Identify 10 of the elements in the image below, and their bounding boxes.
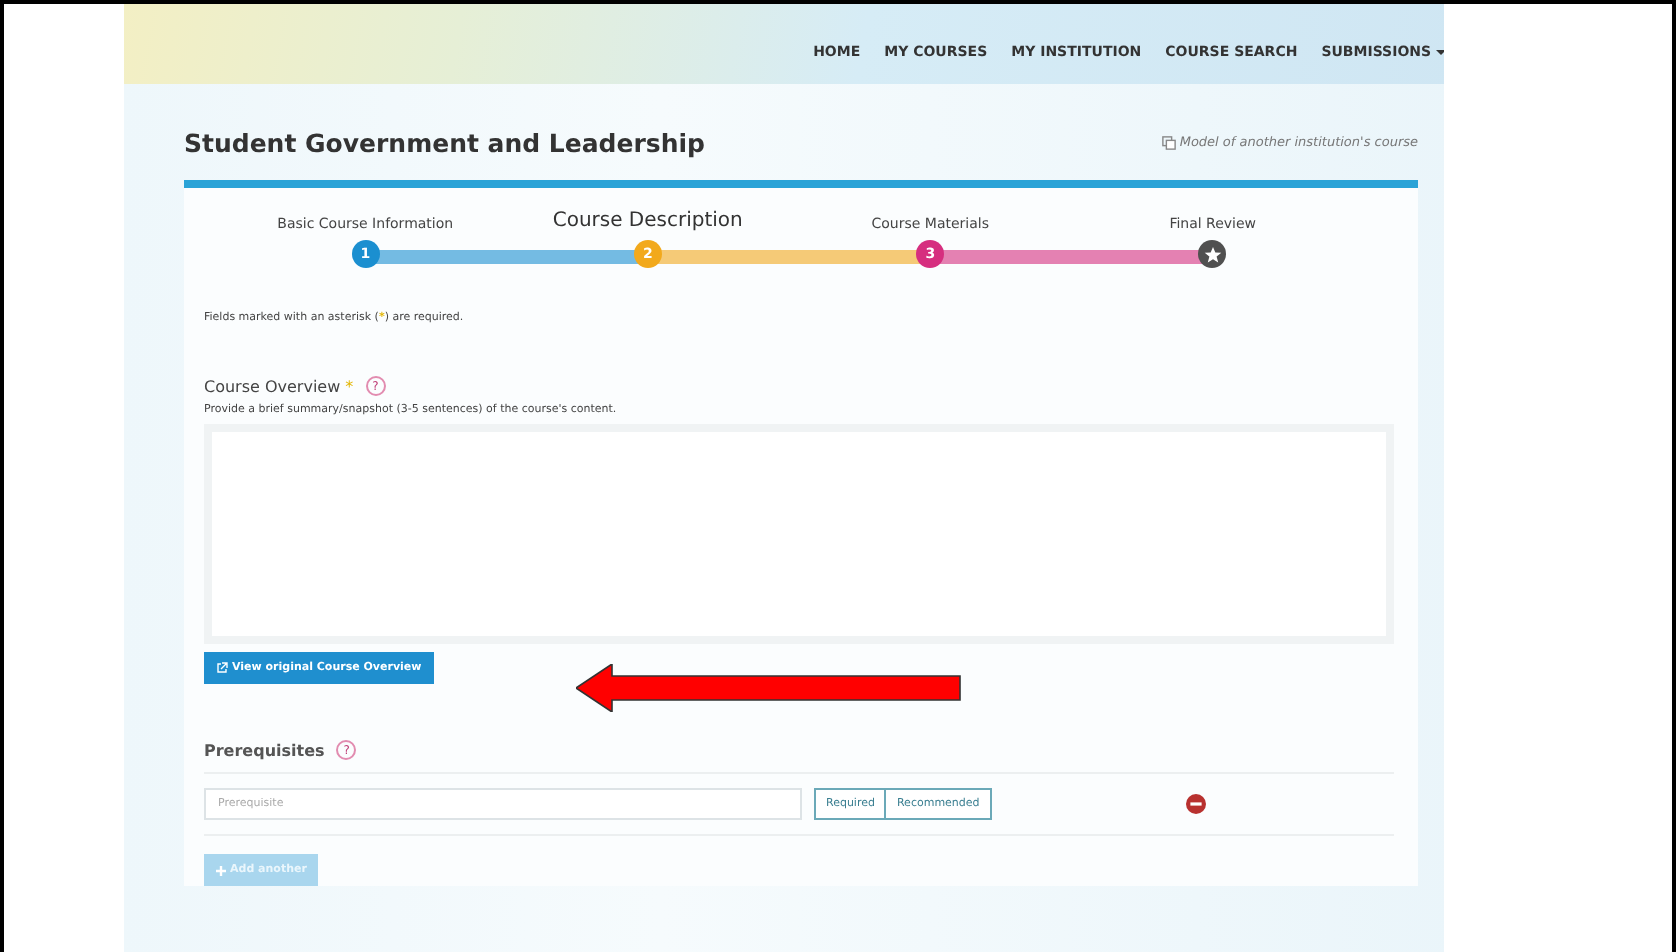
caret-icon <box>1436 48 1444 56</box>
remove-icon[interactable] <box>1185 794 1206 814</box>
star-icon[interactable] <box>1198 240 1227 268</box>
step-label[interactable]: Course Description <box>552 208 743 232</box>
external-link-icon <box>216 662 228 674</box>
plus-icon <box>216 865 226 875</box>
field-label: Course Overview * <box>204 377 354 395</box>
page-title: Student Government and Leadership <box>184 127 705 157</box>
section-label: Prerequisites <box>204 741 325 759</box>
copy-icon <box>1161 135 1176 149</box>
